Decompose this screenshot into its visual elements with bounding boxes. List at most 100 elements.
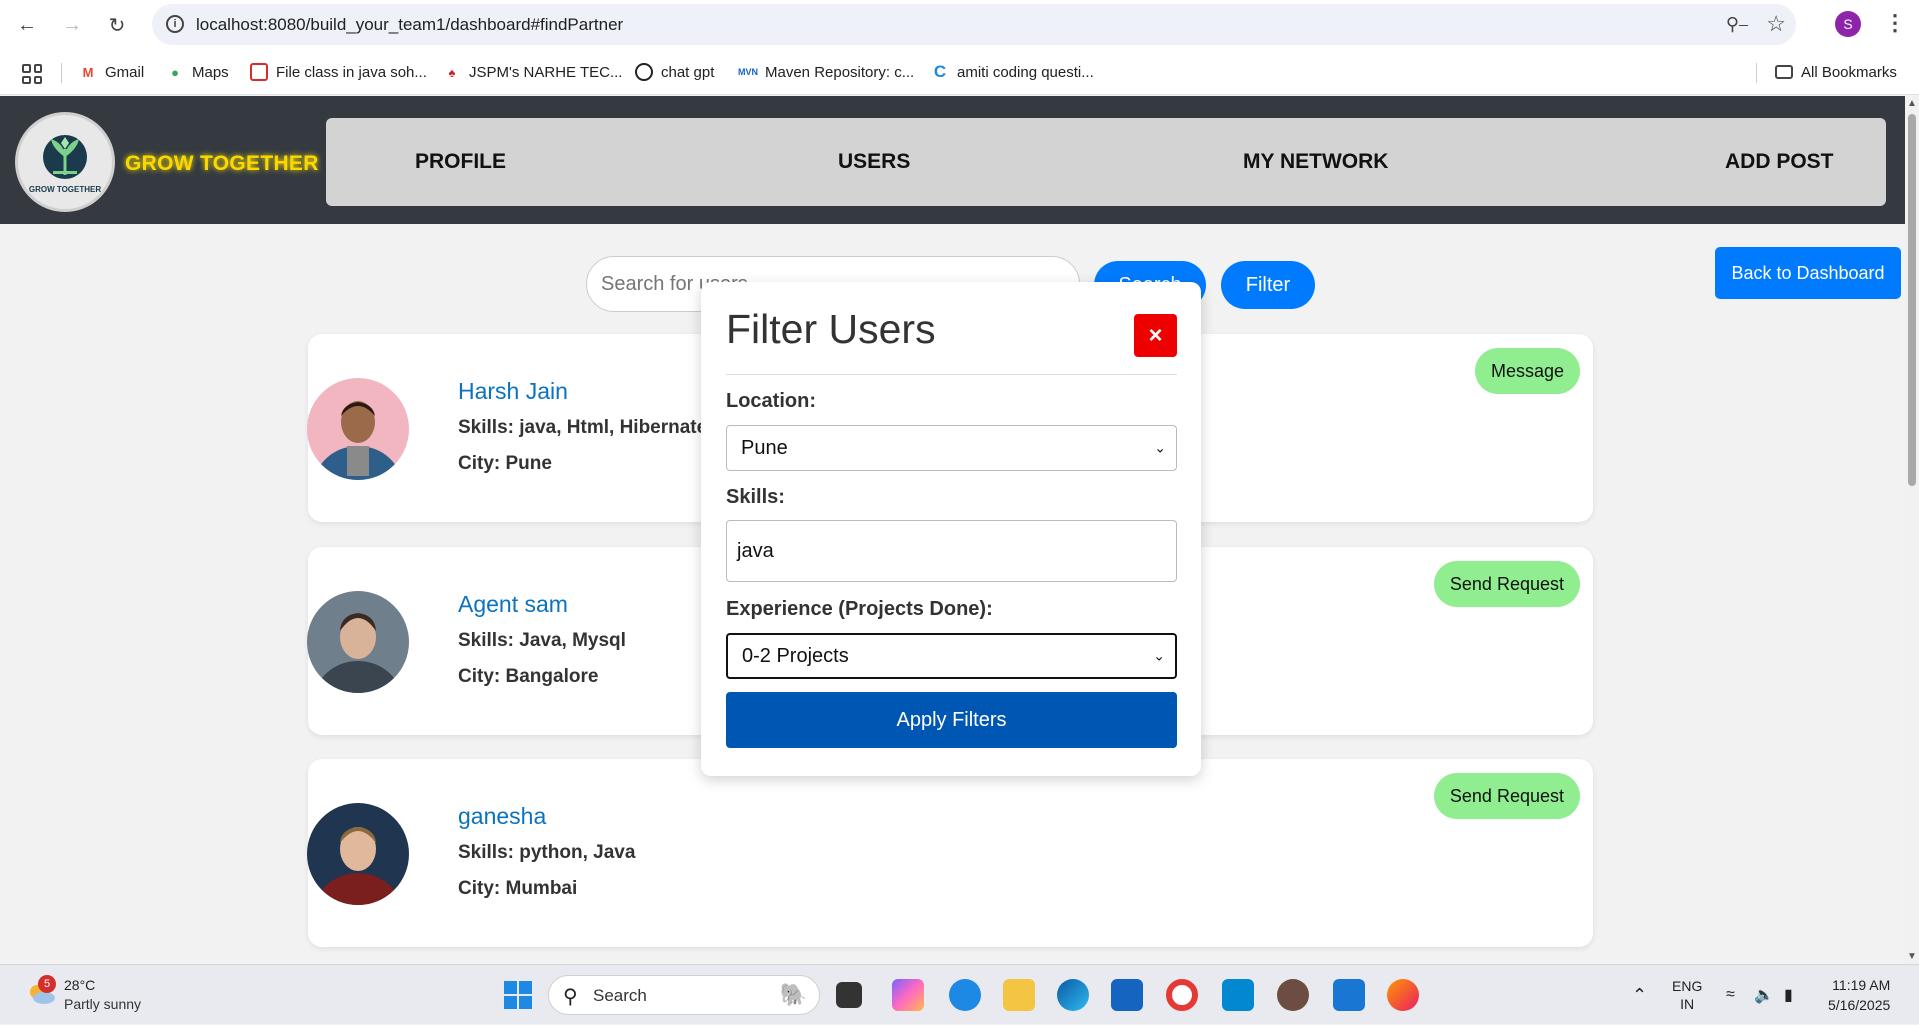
brand-name: GROW TOGETHER xyxy=(125,152,319,175)
browser-menu-icon[interactable]: ⋮ xyxy=(1884,10,1906,36)
maven-icon: MVN xyxy=(738,67,758,77)
edge-icon[interactable] xyxy=(1057,979,1089,1011)
address-bar[interactable]: i localhost:8080/build_your_team1/dashbo… xyxy=(152,4,1796,45)
location-label: Location: xyxy=(726,390,816,412)
bookmarks-bar: M Gmail ● Maps File class in java soh... ♠… xyxy=(0,49,1919,95)
scroll-thumb[interactable] xyxy=(1908,114,1916,486)
send-request-button[interactable]: Send Request xyxy=(1433,773,1580,819)
taskbar-search[interactable]: ⚲ Search 🐘 xyxy=(548,975,820,1015)
filter-button[interactable]: Filter xyxy=(1221,261,1315,309)
help-icon[interactable] xyxy=(949,979,981,1011)
bookmark-maps[interactable]: ● Maps xyxy=(166,59,229,85)
user-name[interactable]: ganesha xyxy=(458,803,546,830)
avatar[interactable] xyxy=(307,803,409,905)
user-skills: Skills: python, Java xyxy=(458,842,636,863)
copilot-icon[interactable] xyxy=(892,979,924,1011)
notification-badge: 5 xyxy=(38,975,56,993)
coding-c-icon: C xyxy=(933,62,947,81)
user-name[interactable]: Harsh Jain xyxy=(458,378,568,405)
user-city: City: Pune xyxy=(458,453,552,474)
site-header: GROW TOGETHER GROW TOGETHER PROFILE USER… xyxy=(0,96,1905,224)
nav-profile[interactable]: PROFILE xyxy=(415,150,506,174)
bookmark-jspm[interactable]: ♠ JSPM's NARHE TEC... xyxy=(443,59,623,85)
jspm-logo-icon: ♠ xyxy=(448,64,456,80)
elephant-widget-icon: 🐘 xyxy=(779,982,807,1007)
send-request-button[interactable]: Send Request xyxy=(1433,561,1580,607)
firefox-icon[interactable] xyxy=(1387,979,1419,1011)
wifi-icon[interactable]: ≈ xyxy=(1726,965,1735,1025)
url-text[interactable]: localhost:8080/build_your_team1/dashboar… xyxy=(196,15,623,35)
back-arrow-icon[interactable]: ← xyxy=(12,10,42,40)
clock[interactable]: 11:19 AM 5/16/2025 xyxy=(1828,975,1890,1015)
scroll-up-icon[interactable]: ▲ xyxy=(1907,98,1917,109)
chrome-icon[interactable] xyxy=(1166,979,1198,1011)
site-logo[interactable]: GROW TOGETHER xyxy=(15,112,115,212)
divider xyxy=(1756,63,1757,83)
bookmark-star-icon[interactable]: ☆ xyxy=(1766,11,1786,37)
task-view-icon[interactable] xyxy=(836,982,862,1008)
oracle-icon xyxy=(250,63,268,81)
message-button[interactable]: Message xyxy=(1474,348,1580,394)
site-info-icon[interactable]: i xyxy=(166,15,184,33)
user-name[interactable]: Agent sam xyxy=(458,591,568,618)
nav-users[interactable]: USERS xyxy=(838,150,910,174)
modal-title: Filter Users xyxy=(726,306,936,352)
chevron-up-icon[interactable]: ⌃ xyxy=(1632,965,1647,1025)
user-skills: Skills: Java, Mysql xyxy=(458,630,626,651)
battery-icon[interactable]: ▮ xyxy=(1784,965,1793,1025)
weather-condition: Partly sunny xyxy=(64,996,142,1012)
weather-widget[interactable]: 5 28°C Partly sunny xyxy=(26,975,186,1015)
experience-select[interactable]: 0-2 Projects ⌄ xyxy=(726,633,1177,679)
notepad-icon[interactable] xyxy=(1333,979,1365,1011)
divider xyxy=(61,63,62,83)
reload-icon[interactable]: ↻ xyxy=(102,10,132,40)
chatgpt-icon xyxy=(635,63,653,81)
nav-add-post[interactable]: ADD POST xyxy=(1725,150,1834,174)
bookmark-chatgpt[interactable]: chat gpt xyxy=(635,59,714,85)
myhp-icon[interactable] xyxy=(1222,979,1254,1011)
location-select[interactable]: Pune ⌄ xyxy=(726,425,1177,471)
forward-arrow-icon[interactable]: → xyxy=(57,10,87,40)
file-explorer-icon[interactable] xyxy=(1003,979,1035,1011)
bookmark-maven[interactable]: MVN Maven Repository: c... xyxy=(738,59,914,85)
app-icon[interactable] xyxy=(1277,979,1309,1011)
back-to-dashboard-button[interactable]: Back to Dashboard xyxy=(1715,247,1901,299)
logo-text: GROW TOGETHER xyxy=(28,184,102,194)
language-indicator[interactable]: ENG IN xyxy=(1672,965,1702,1025)
close-button[interactable]: × xyxy=(1134,314,1177,357)
page-scrollbar[interactable]: ▲ ▼ xyxy=(1905,96,1919,964)
chevron-down-icon: ⌄ xyxy=(1154,439,1166,456)
windows-taskbar: 5 28°C Partly sunny ⚲ Search 🐘 ⌃ ENG IN … xyxy=(0,964,1919,1024)
temperature: 28°C xyxy=(64,977,96,993)
experience-label: Experience (Projects Done): xyxy=(726,598,993,620)
user-skills: Skills: java, Html, Hibernate xyxy=(458,417,708,438)
main-nav: PROFILE USERS MY NETWORK ADD POST xyxy=(326,118,1886,206)
avatar[interactable] xyxy=(307,591,409,693)
volume-icon[interactable]: 🔈 xyxy=(1754,965,1774,1025)
apps-grid-icon[interactable] xyxy=(22,64,42,84)
divider xyxy=(726,374,1177,375)
filter-modal: Filter Users × Location: Pune ⌄ Skills: … xyxy=(701,282,1201,776)
skills-input[interactable]: java xyxy=(726,520,1177,582)
page-content: GROW TOGETHER GROW TOGETHER PROFILE USER… xyxy=(0,96,1905,964)
user-city: City: Mumbai xyxy=(458,878,578,899)
bookmark-file-class[interactable]: File class in java soh... xyxy=(250,59,427,85)
folder-icon xyxy=(1775,65,1793,79)
apply-filters-button[interactable]: Apply Filters xyxy=(726,692,1177,748)
plant-logo-icon xyxy=(43,134,87,179)
scroll-down-icon[interactable]: ▼ xyxy=(1907,951,1917,962)
windows-start-icon[interactable] xyxy=(502,979,534,1011)
profile-avatar[interactable]: S xyxy=(1835,11,1861,37)
nav-my-network[interactable]: MY NETWORK xyxy=(1243,150,1388,174)
search-icon: ⚲ xyxy=(563,986,578,1008)
maps-pin-icon: ● xyxy=(171,64,179,80)
store-icon[interactable] xyxy=(1111,979,1143,1011)
all-bookmarks[interactable]: All Bookmarks xyxy=(1775,59,1897,85)
gmail-icon: M xyxy=(82,64,94,80)
avatar[interactable] xyxy=(307,378,409,480)
user-card: ganesha Skills: python, Java City: Mumba… xyxy=(307,759,1593,947)
bookmark-gmail[interactable]: M Gmail xyxy=(79,59,145,85)
password-key-icon[interactable]: ⚲⎯ xyxy=(1726,14,1748,35)
browser-toolbar: ← → ↻ i localhost:8080/build_your_team1/… xyxy=(0,0,1919,49)
bookmark-amiti[interactable]: Camiti coding questi... xyxy=(931,59,1094,85)
